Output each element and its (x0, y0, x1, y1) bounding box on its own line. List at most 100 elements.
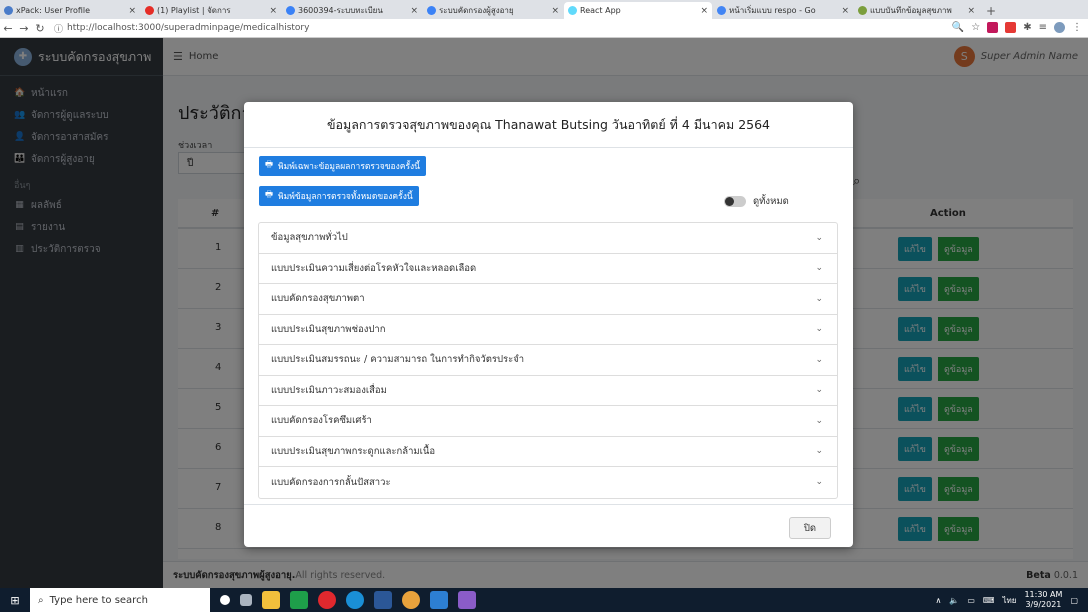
browser-tab[interactable]: (1) Playlist | จัดการ × (141, 2, 281, 19)
tab-title: 3600394-ระบบทะเบียน (298, 6, 383, 15)
modal-title: ข้อมูลการตรวจสุขภาพของคุณ Thanawat Butsi… (244, 102, 853, 148)
chevron-down-icon: ⌄ (815, 415, 823, 426)
vscode-icon[interactable] (430, 591, 448, 609)
windows-start-icon[interactable]: ⊞ (0, 594, 30, 607)
playlist-icon[interactable]: ≡ (1039, 22, 1047, 33)
tab-title: React App (580, 6, 621, 15)
accordion-item[interactable]: แบบประเมินสมรรถนะ / ความสามารถ ในการทำกิ… (259, 345, 837, 376)
accordion-item[interactable]: แบบประเมินความเสี่ยงต่อโรคหัวใจและหลอดเล… (259, 254, 837, 284)
print-all-label: พิมพ์ข้อมูลการตรวจทั้งหมดของครั้งนี้ (278, 192, 413, 202)
clock-date: 3/9/2021 (1025, 600, 1062, 609)
accordion-item-label: แบบประเมินสมรรถนะ / ความสามารถ ในการทำกิ… (271, 354, 525, 366)
taskbar-search[interactable]: ⌕ Type here to search (30, 588, 210, 612)
accordion-item[interactable]: แบบคัดกรองการกลั้นปัสสาวะ ⌄ (259, 467, 837, 498)
star-icon[interactable]: ☆ (971, 22, 980, 33)
close-button[interactable]: ปิด (789, 517, 831, 539)
search-icon: ⌕ (38, 594, 44, 606)
language-indicator[interactable]: ไทย (1002, 594, 1016, 607)
word-icon[interactable] (374, 591, 392, 609)
tab-title: ระบบคัดกรองผู้สูงอายุ (439, 6, 514, 15)
accordion-item-label: แบบประเมินภาวะสมองเสื่อม (271, 384, 387, 396)
tab-title: แบบบันทึกข้อมูลสุขภาพ (870, 6, 952, 15)
notification-icon[interactable]: ▢ (1070, 596, 1078, 605)
chevron-down-icon: ⌄ (815, 293, 823, 304)
chevron-down-icon: ⌄ (815, 324, 823, 335)
tab-close-icon[interactable]: × (841, 6, 849, 16)
opera-icon[interactable] (318, 591, 336, 609)
printer-icon: 🖶 (265, 190, 274, 200)
new-tab-icon[interactable]: + (980, 2, 1002, 19)
reload-icon[interactable]: ↻ (32, 22, 48, 35)
tab-close-icon[interactable]: × (410, 6, 418, 16)
tab-favicon-icon (145, 6, 154, 15)
chevron-down-icon: ⌄ (815, 446, 823, 457)
print-all-button[interactable]: 🖶 พิมพ์ข้อมูลการตรวจทั้งหมดของครั้งนี้ (259, 186, 419, 206)
accordion-item[interactable]: แบบประเมินสุขภาพกระดูกและกล้ามเนื้อ ⌄ (259, 437, 837, 467)
taskbar-search-placeholder: Type here to search (49, 594, 148, 606)
app-icon[interactable] (458, 591, 476, 609)
browser-tab[interactable]: xPack: User Profile × (0, 2, 140, 19)
chrome-icon[interactable] (402, 591, 420, 609)
browser-tab[interactable]: React App × (564, 2, 712, 19)
task-view-icon[interactable] (240, 594, 252, 606)
accordion-item[interactable]: แบบประเมินสุขภาพช่องปาก ⌄ (259, 315, 837, 345)
clock[interactable]: 11:30 AM 3/9/2021 (1024, 590, 1062, 610)
accordion-item-label: แบบประเมินความเสี่ยงต่อโรคหัวใจและหลอดเล… (271, 262, 477, 274)
accordion-item[interactable]: แบบประเมินภาวะสมองเสื่อม ⌄ (259, 376, 837, 406)
edge-icon[interactable] (346, 591, 364, 609)
forward-icon[interactable]: → (16, 22, 32, 35)
tab-close-icon[interactable]: × (551, 6, 559, 16)
browser-tab-bar: xPack: User Profile × (1) Playlist | จัดกา… (0, 0, 1088, 19)
profile-avatar-icon[interactable] (1054, 22, 1065, 33)
back-icon[interactable]: ← (0, 22, 16, 35)
tab-favicon-icon (427, 6, 436, 15)
extension-icon[interactable] (987, 22, 999, 33)
tab-close-icon[interactable]: × (269, 6, 277, 16)
clock-time: 11:30 AM (1024, 590, 1063, 599)
tab-close-icon[interactable]: × (128, 6, 136, 16)
tab-favicon-icon (286, 6, 295, 15)
zoom-icon[interactable]: 🔍 (952, 22, 964, 33)
show-all-toggle[interactable]: ดูทั้งหมด (724, 194, 789, 209)
chat-app-icon[interactable] (290, 591, 308, 609)
tray-chevron-icon[interactable]: ∧ (936, 596, 942, 605)
tab-favicon-icon (858, 6, 867, 15)
tab-favicon-icon (568, 6, 577, 15)
accordion-item[interactable]: แบบคัดกรองสุขภาพตา ⌄ (259, 284, 837, 315)
browser-tab[interactable]: แบบบันทึกข้อมูลสุขภาพ × (854, 2, 979, 19)
toggle-switch[interactable] (724, 196, 746, 207)
browser-tab[interactable]: ระบบคัดกรองผู้สูงอายุ × (423, 2, 563, 19)
url-field[interactable]: ⓘ http://localhost:3000/superadminpage/m… (54, 22, 309, 35)
puzzle-icon[interactable]: ✱ (1023, 22, 1031, 33)
printer-icon: 🖶 (265, 160, 274, 170)
browser-tab[interactable]: หน้าเริ่มแบบ respo - Go × (713, 2, 853, 19)
browser-tab[interactable]: 3600394-ระบบทะเบียน × (282, 2, 422, 19)
accordion-item[interactable]: ข้อมูลสุขภาพทั่วไป ⌄ (259, 223, 837, 254)
accordion-item-label: แบบคัดกรองสุขภาพตา (271, 293, 365, 305)
windows-taskbar: ⊞ ⌕ Type here to search ∧ 🔈 ▭ ⌨ ไทย 11:3… (0, 588, 1088, 612)
info-icon: ⓘ (54, 24, 64, 35)
chevron-down-icon: ⌄ (815, 263, 823, 274)
file-explorer-icon[interactable] (262, 591, 280, 609)
accordion-item-label: แบบคัดกรองการกลั้นปัสสาวะ (271, 476, 391, 488)
more-icon[interactable]: ⋮ (1072, 22, 1082, 33)
tab-title: (1) Playlist | จัดการ (157, 6, 231, 15)
tab-close-icon[interactable]: × (967, 6, 975, 16)
accordion-item-label: แบบประเมินสุขภาพกระดูกและกล้ามเนื้อ (271, 445, 436, 457)
accordion-item-label: แบบประเมินสุขภาพช่องปาก (271, 323, 386, 335)
accordion-item-label: ข้อมูลสุขภาพทั่วไป (271, 232, 348, 244)
adblock-icon[interactable] (1005, 22, 1017, 33)
chevron-down-icon: ⌄ (815, 354, 823, 365)
tab-favicon-icon (4, 6, 13, 15)
toggle-label: ดูทั้งหมด (753, 196, 789, 207)
accordion-item-label: แบบคัดกรองโรคซึมเศร้า (271, 415, 372, 427)
tab-close-icon[interactable]: × (700, 6, 708, 16)
accordion-item[interactable]: แบบคัดกรองโรคซึมเศร้า ⌄ (259, 406, 837, 437)
print-this-button[interactable]: 🖶 พิมพ์เฉพาะข้อมูลผลการตรวจของครั้งนี้ (259, 156, 426, 176)
network-icon[interactable]: ▭ (967, 596, 975, 605)
tab-title: xPack: User Profile (16, 6, 91, 15)
volume-icon[interactable]: 🔈 (949, 596, 959, 605)
cortana-icon[interactable] (220, 595, 230, 605)
keyboard-icon[interactable]: ⌨ (983, 596, 995, 605)
url-text: http://localhost:3000/superadminpage/med… (67, 23, 310, 33)
